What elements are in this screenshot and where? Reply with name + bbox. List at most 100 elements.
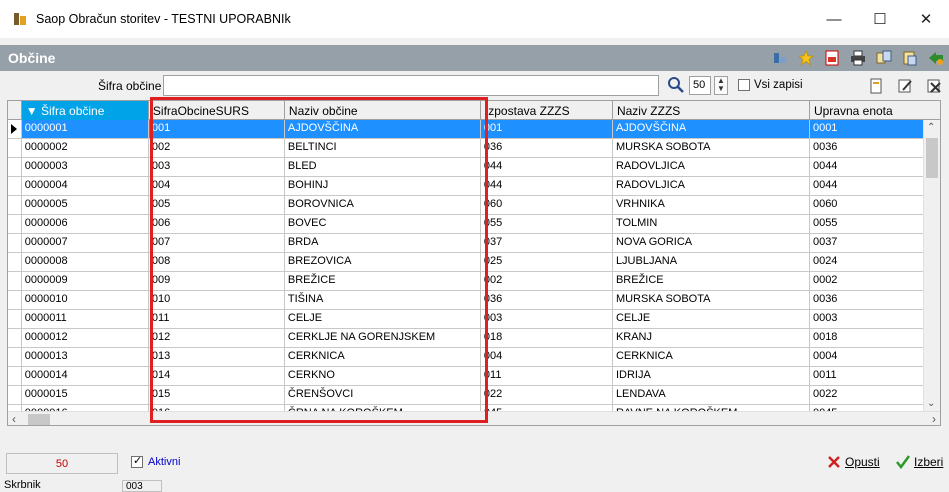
table-cell: TIŠINA — [285, 291, 481, 309]
table-row[interactable]: 0000003 003 BLED 044 RADOVLJICA 0044 — [8, 158, 940, 177]
table-cell: 0000011 — [22, 310, 149, 328]
table-cell: 015 — [149, 386, 285, 404]
table-row[interactable]: 0000007 007 BRDA 037 NOVA GORICA 0037 — [8, 234, 940, 253]
column-header[interactable]: Naziv občine — [285, 101, 481, 120]
scroll-left-arrow-icon[interactable]: ‹ — [12, 412, 16, 425]
new-record-icon[interactable] — [866, 76, 885, 95]
table-cell: LJUBLJANA — [613, 253, 810, 271]
table-cell: 0000003 — [22, 158, 149, 176]
table-cell: 0024 — [810, 253, 940, 271]
table-row[interactable]: 0000009 009 BREŽICE 002 BREŽICE 0002 — [8, 272, 940, 291]
scroll-up-arrow-icon[interactable]: ⌃ — [927, 122, 935, 133]
horizontal-scroll-thumb[interactable] — [28, 414, 50, 425]
table-row[interactable]: 0000005 005 BOROVNICA 060 VRHNIKA 0060 — [8, 196, 940, 215]
table-cell: 0000015 — [22, 386, 149, 404]
pdf-icon[interactable] — [822, 48, 841, 67]
table-cell: BLED — [285, 158, 481, 176]
table-cell: 036 — [481, 139, 613, 157]
scroll-down-arrow-icon[interactable]: ⌄ — [927, 398, 935, 409]
title-bar: Saop Obračun storitev - TESTNI UPORABNIk… — [0, 0, 949, 38]
table-cell: 036 — [481, 291, 613, 309]
row-indicator — [8, 253, 22, 271]
filter-bar: Šifra občine 50 ▲ ▼ Vsi zapisi — [0, 72, 949, 100]
cancel-button[interactable]: Opusti — [827, 455, 880, 469]
table-cell: 001 — [480, 120, 613, 138]
table-row[interactable]: 0000008 008 BREZOVICA 025 LJUBLJANA 0024 — [8, 253, 940, 272]
table-row[interactable]: 0000013 013 CERKNICA 004 CERKNICA 0004 — [8, 348, 940, 367]
column-header[interactable]: Upravna enota — [810, 101, 940, 120]
table-row[interactable]: 0000002 002 BELTINCI 036 MURSKA SOBOTA 0036 — [8, 139, 940, 158]
edit-record-icon[interactable] — [895, 76, 914, 95]
search-icon[interactable] — [667, 76, 685, 94]
scroll-right-arrow-icon[interactable]: › — [932, 412, 936, 425]
table-cell: MURSKA SOBOTA — [613, 139, 810, 157]
paste-icon[interactable] — [900, 48, 919, 67]
table-row[interactable]: 0000004 004 BOHINJ 044 RADOVLJICA 0044 — [8, 177, 940, 196]
table-cell: 011 — [149, 310, 285, 328]
row-indicator — [8, 310, 22, 328]
page-size-input[interactable]: 50 — [689, 76, 711, 95]
minimize-button[interactable]: — — [811, 0, 857, 38]
favorite-star-icon[interactable] — [796, 48, 815, 67]
table-cell: 0018 — [810, 329, 940, 347]
table-row[interactable]: 0000011 011 CELJE 003 CELJE 0003 — [8, 310, 940, 329]
vertical-scrollbar[interactable]: ⌃ ⌄ — [923, 120, 940, 411]
table-cell: 005 — [149, 196, 285, 214]
grid-body: 0000001 001 AJDOVŠČINA 001 AJDOVŠČINA 0001 000… — [8, 120, 940, 424]
table-cell: 0060 — [810, 196, 940, 214]
administrator-value: 003 — [122, 480, 162, 492]
maximize-button[interactable]: ☐ — [857, 0, 903, 38]
table-row[interactable]: 0000014 014 CERKNO 011 IDRIJA 0011 — [8, 367, 940, 386]
grid-header: ▼ Šifra občine SifraObcineSURS Naziv občin… — [8, 101, 940, 120]
table-cell: BOHINJ — [285, 177, 481, 195]
table-row[interactable]: 0000001 001 AJDOVŠČINA 001 AJDOVŠČINA 0001 — [8, 120, 940, 139]
table-row[interactable]: 0000012 012 CERKLJE NA GORENJSKEM 018 KRANJ 0… — [8, 329, 940, 348]
table-cell: 0000001 — [21, 120, 149, 138]
table-cell: TOLMIN — [613, 215, 810, 233]
cancel-x-icon — [828, 456, 840, 468]
checkmark-icon — [896, 455, 910, 469]
column-header[interactable]: SifraObcineSURS — [149, 101, 285, 120]
page-title: Občine — [8, 50, 56, 66]
page-size-spinner[interactable]: ▲ ▼ — [714, 76, 728, 95]
all-records-checkbox[interactable]: Vsi zapisi — [738, 79, 803, 91]
table-cell: 0000010 — [22, 291, 149, 309]
table-cell: ČRENŠOVCI — [285, 386, 481, 404]
select-button[interactable]: Izberi — [896, 455, 943, 469]
table-cell: 037 — [481, 234, 613, 252]
table-cell: 022 — [481, 386, 613, 404]
horizontal-scrollbar[interactable]: ‹ › — [8, 411, 940, 425]
table-cell: 0003 — [810, 310, 940, 328]
table-cell: AJDOVŠČINA — [612, 120, 810, 138]
vertical-scroll-thumb[interactable] — [926, 138, 938, 178]
table-cell: BREŽICE — [613, 272, 810, 290]
column-header[interactable]: Izpostava ZZZS — [481, 101, 613, 120]
close-button[interactable]: ✕ — [903, 0, 949, 38]
table-cell: 008 — [149, 253, 285, 271]
table-cell: 044 — [481, 158, 613, 176]
row-indicator — [8, 291, 22, 309]
active-checkbox[interactable]: Aktivni — [131, 454, 181, 468]
table-cell: 013 — [149, 348, 285, 366]
table-cell: CERKNO — [285, 367, 481, 385]
delete-record-icon[interactable] — [924, 76, 943, 95]
exit-icon[interactable] — [926, 48, 945, 67]
tree-icon[interactable] — [770, 48, 789, 67]
copy-icon[interactable] — [874, 48, 893, 67]
filter-label: Šifra občine — [98, 79, 162, 93]
municipality-code-input[interactable] — [163, 75, 659, 96]
table-cell: 012 — [149, 329, 285, 347]
print-icon[interactable] — [848, 48, 867, 67]
table-cell: 007 — [149, 234, 285, 252]
status-bar: 50 Aktivni Opusti Izberi — [0, 453, 949, 475]
table-row[interactable]: 0000010 010 TIŠINA 036 MURSKA SOBOTA 0036 — [8, 291, 940, 310]
table-row[interactable]: 0000015 015 ČRENŠOVCI 022 LENDAVA 0022 — [8, 386, 940, 405]
current-row-arrow-icon — [11, 124, 17, 134]
column-header[interactable]: ▼ Šifra občine — [21, 101, 149, 120]
column-header[interactable]: Naziv ZZZS — [613, 101, 810, 120]
row-indicator — [8, 367, 22, 385]
table-cell: 014 — [149, 367, 285, 385]
table-cell: LENDAVA — [613, 386, 810, 404]
table-row[interactable]: 0000006 006 BOVEC 055 TOLMIN 0055 — [8, 215, 940, 234]
active-label: Aktivni — [148, 456, 181, 468]
